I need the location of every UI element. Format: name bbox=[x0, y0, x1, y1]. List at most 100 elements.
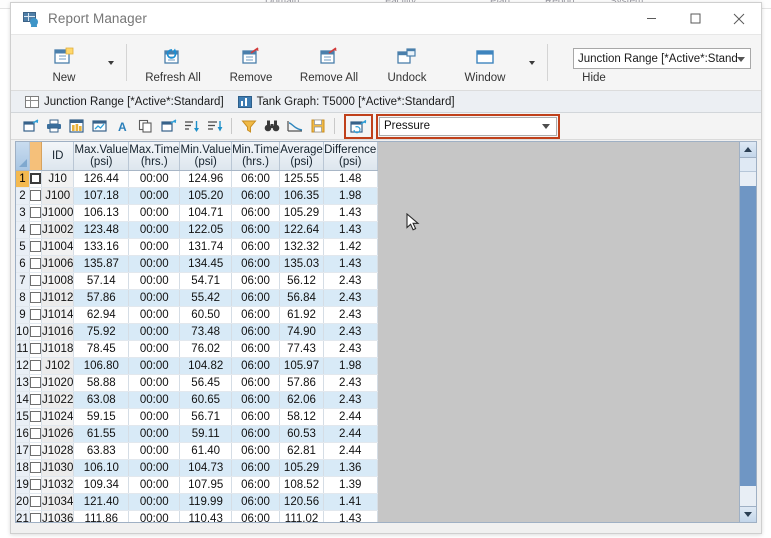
cell-id[interactable]: J1006 bbox=[41, 255, 75, 273]
row-number-cell[interactable]: 17 bbox=[16, 442, 30, 460]
row-number-cell[interactable]: 14 bbox=[16, 391, 30, 409]
row-number-cell[interactable]: 1 bbox=[16, 170, 30, 188]
row-checkbox[interactable] bbox=[29, 187, 42, 205]
row-checkbox[interactable] bbox=[29, 323, 42, 341]
cell-id[interactable]: J1002 bbox=[41, 221, 75, 239]
cell-id[interactable]: J1014 bbox=[41, 306, 75, 324]
filter-funnel-icon[interactable] bbox=[237, 115, 260, 137]
table-row[interactable]: 16 J1026 61.55 00:00 59.11 06:00 60.53 2.44 bbox=[16, 425, 378, 443]
refresh-all-button[interactable]: Refresh All bbox=[134, 35, 212, 90]
cell-id[interactable]: J1020 bbox=[41, 374, 75, 392]
cell-max-value[interactable]: 58.88 bbox=[73, 374, 130, 392]
new-button[interactable]: New bbox=[25, 35, 103, 90]
cell-max-value[interactable]: 123.48 bbox=[73, 221, 130, 239]
scroll-up-icon[interactable] bbox=[740, 142, 756, 158]
cell-min-value[interactable]: 61.40 bbox=[179, 442, 232, 460]
cell-min-time[interactable]: 06:00 bbox=[231, 510, 281, 522]
remove-all-button[interactable]: Remove All bbox=[290, 35, 368, 90]
cell-max-time[interactable]: 00:00 bbox=[128, 425, 181, 443]
row-checkbox[interactable] bbox=[29, 357, 42, 375]
cell-id[interactable]: J1026 bbox=[41, 425, 75, 443]
cell-difference[interactable]: 1.39 bbox=[323, 476, 378, 494]
table-row[interactable]: 4 J1002 123.48 00:00 122.05 06:00 122.64 1.43 bbox=[16, 221, 378, 239]
maximize-icon[interactable] bbox=[673, 3, 717, 34]
cell-max-time[interactable]: 00:00 bbox=[128, 289, 181, 307]
grid-scroll-region[interactable]: ID Max.Value (psi) Max.Time (hrs.) Min.Val… bbox=[16, 142, 378, 522]
cell-average[interactable]: 77.43 bbox=[279, 340, 324, 358]
cell-min-time[interactable]: 06:00 bbox=[231, 238, 281, 256]
cell-min-time[interactable]: 06:00 bbox=[231, 493, 281, 511]
table-row[interactable]: 8 J1012 57.86 00:00 55.42 06:00 56.84 2.43 bbox=[16, 289, 378, 307]
row-checkbox[interactable] bbox=[29, 459, 42, 477]
cell-min-time[interactable]: 06:00 bbox=[231, 221, 281, 239]
row-number-cell[interactable]: 8 bbox=[16, 289, 30, 307]
cell-difference[interactable]: 2.43 bbox=[323, 272, 378, 290]
cell-max-time[interactable]: 00:00 bbox=[128, 459, 181, 477]
cell-max-value[interactable]: 109.34 bbox=[73, 476, 130, 494]
cell-average[interactable]: 60.53 bbox=[279, 425, 324, 443]
cell-min-value[interactable]: 60.65 bbox=[179, 391, 232, 409]
cell-max-value[interactable]: 62.94 bbox=[73, 306, 130, 324]
cell-min-value[interactable]: 105.20 bbox=[179, 187, 232, 205]
cell-min-value[interactable]: 54.71 bbox=[179, 272, 232, 290]
cell-max-time[interactable]: 00:00 bbox=[128, 170, 181, 188]
row-checkbox[interactable] bbox=[29, 510, 42, 522]
cell-max-value[interactable]: 106.13 bbox=[73, 204, 130, 222]
cell-id[interactable]: J1018 bbox=[41, 340, 75, 358]
cell-difference[interactable]: 1.43 bbox=[323, 204, 378, 222]
cell-min-value[interactable]: 131.74 bbox=[179, 238, 232, 256]
scrollbar-track[interactable] bbox=[740, 172, 756, 506]
cell-min-value[interactable]: 134.45 bbox=[179, 255, 232, 273]
row-checkbox[interactable] bbox=[29, 255, 42, 273]
cell-id[interactable]: J1016 bbox=[41, 323, 75, 341]
cell-difference[interactable]: 2.44 bbox=[323, 442, 378, 460]
column-header-max-time[interactable]: Max.Time (hrs.) bbox=[128, 142, 181, 171]
table-row[interactable]: 7 J1008 57.14 00:00 54.71 06:00 56.12 2.43 bbox=[16, 272, 378, 290]
cell-average[interactable]: 108.52 bbox=[279, 476, 324, 494]
cell-id[interactable]: J1022 bbox=[41, 391, 75, 409]
cell-max-value[interactable]: 106.10 bbox=[73, 459, 130, 477]
cell-min-time[interactable]: 06:00 bbox=[231, 391, 281, 409]
cell-difference[interactable]: 1.43 bbox=[323, 510, 378, 522]
row-checkbox[interactable] bbox=[29, 340, 42, 358]
cell-average[interactable]: 135.03 bbox=[279, 255, 324, 273]
row-checkbox[interactable] bbox=[29, 442, 42, 460]
cell-difference[interactable]: 1.43 bbox=[323, 221, 378, 239]
column-header-id[interactable]: ID bbox=[41, 142, 75, 171]
row-checkbox[interactable] bbox=[29, 272, 42, 290]
cell-id[interactable]: J1030 bbox=[41, 459, 75, 477]
row-number-cell[interactable]: 9 bbox=[16, 306, 30, 324]
row-number-cell[interactable]: 18 bbox=[16, 459, 30, 477]
open-icon[interactable] bbox=[157, 115, 180, 137]
cell-min-value[interactable]: 76.02 bbox=[179, 340, 232, 358]
row-number-cell[interactable]: 4 bbox=[16, 221, 30, 239]
cell-min-value[interactable]: 124.96 bbox=[179, 170, 232, 188]
cell-max-value[interactable]: 63.08 bbox=[73, 391, 130, 409]
cell-max-value[interactable]: 111.86 bbox=[73, 510, 130, 522]
row-checkbox[interactable] bbox=[29, 289, 42, 307]
table-row[interactable]: 15 J1024 59.15 00:00 56.71 06:00 58.12 2.44 bbox=[16, 408, 378, 426]
cell-min-time[interactable]: 06:00 bbox=[231, 323, 281, 341]
find-binoculars-icon[interactable] bbox=[260, 115, 283, 137]
table-row[interactable]: 3 J1000 106.13 00:00 104.71 06:00 105.29 1.43 bbox=[16, 204, 378, 222]
cell-min-value[interactable]: 104.82 bbox=[179, 357, 232, 375]
cell-min-time[interactable]: 06:00 bbox=[231, 255, 281, 273]
cell-max-time[interactable]: 00:00 bbox=[128, 204, 181, 222]
table-row[interactable]: 6 J1006 135.87 00:00 134.45 06:00 135.03 1.43 bbox=[16, 255, 378, 273]
row-checkbox[interactable] bbox=[29, 204, 42, 222]
cell-id[interactable]: J1008 bbox=[41, 272, 75, 290]
row-number-cell[interactable]: 15 bbox=[16, 408, 30, 426]
table-row[interactable]: 9 J1014 62.94 00:00 60.50 06:00 61.92 2.43 bbox=[16, 306, 378, 324]
row-number-cell[interactable]: 12 bbox=[16, 357, 30, 375]
cell-max-value[interactable]: 78.45 bbox=[73, 340, 130, 358]
cell-average[interactable]: 106.35 bbox=[279, 187, 324, 205]
cell-id[interactable]: J1028 bbox=[41, 442, 75, 460]
remove-button[interactable]: Remove bbox=[212, 35, 290, 90]
table-row[interactable]: 2 J100 107.18 00:00 105.20 06:00 106.35 1.98 bbox=[16, 187, 378, 205]
cell-id[interactable]: J102 bbox=[41, 357, 75, 375]
cell-max-time[interactable]: 00:00 bbox=[128, 442, 181, 460]
cell-max-value[interactable]: 126.44 bbox=[73, 170, 130, 188]
row-number-header[interactable] bbox=[16, 142, 30, 171]
cell-min-value[interactable]: 56.45 bbox=[179, 374, 232, 392]
report-select[interactable]: Junction Range [*Active*:Stand bbox=[573, 48, 751, 69]
